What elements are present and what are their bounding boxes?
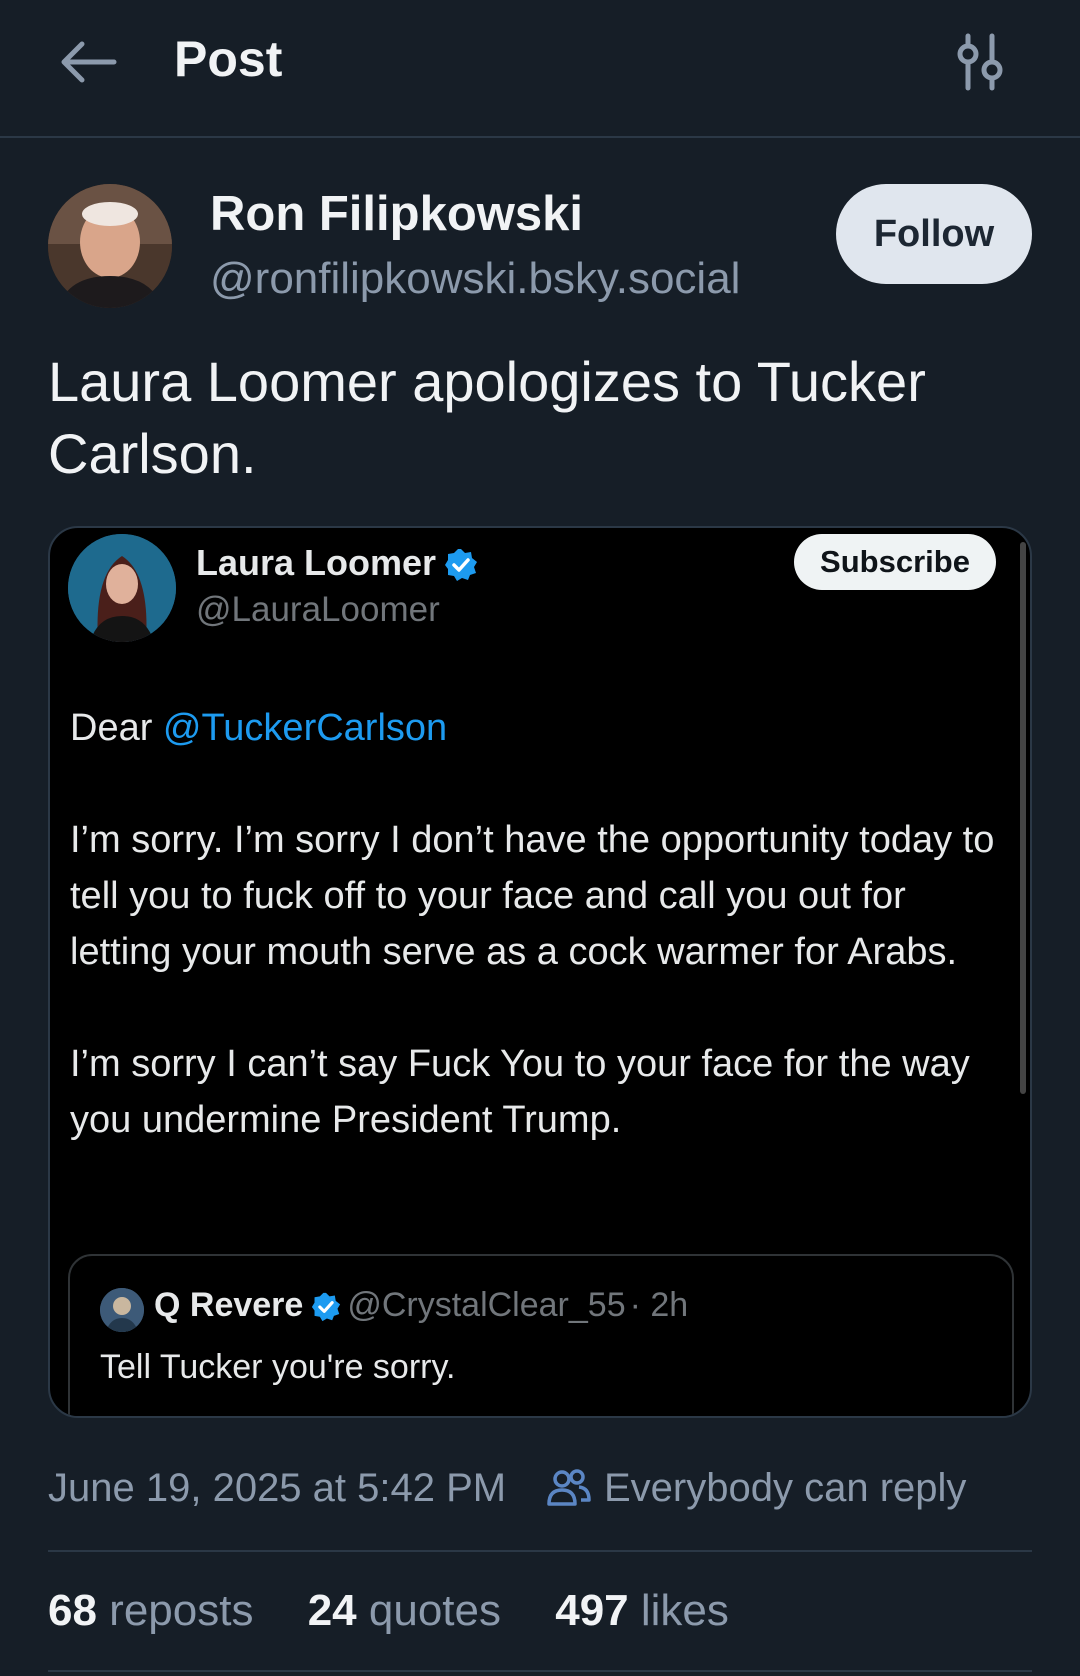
post-text: Laura Loomer apologizes to Tucker Carlso… (48, 350, 926, 485)
embed-avatar (68, 534, 176, 642)
post-image[interactable]: Laura Loomer @LauraLoomer Subscribe Dear… (48, 526, 1032, 1418)
embed-author-handle: @LauraLoomer (196, 590, 440, 629)
likes-stat[interactable]: 497 likes (555, 1586, 729, 1636)
quoted-tweet: Q Revere @CrystalClear_55 · 2h Tell Tucke… (68, 1254, 1014, 1416)
person-photo (100, 1288, 144, 1332)
quoted-author-name: Q Revere (154, 1286, 304, 1324)
tweet-paragraph-2: I’m sorry I can’t say Fuck You to your f… (70, 1043, 970, 1141)
author-avatar[interactable] (48, 184, 172, 308)
quoted-header: Q Revere @CrystalClear_55 · 2h (154, 1286, 688, 1325)
person-photo (68, 534, 176, 642)
greeting-prefix: Dear (70, 707, 163, 749)
quotes-label: quotes (356, 1586, 501, 1635)
embedded-tweet-text: Dear @TuckerCarlson I’m sorry. I’m sorry… (70, 700, 1010, 1204)
page-title: Post (174, 31, 283, 87)
verified-badge-icon (445, 549, 478, 582)
back-button[interactable] (58, 36, 124, 88)
likes-count: 497 (555, 1586, 629, 1635)
quoted-text: Tell Tucker you're sorry. (100, 1348, 456, 1386)
tweet-paragraph-1: I’m sorry. I’m sorry I don’t have the op… (70, 819, 995, 973)
embed-name-text: Laura Loomer (196, 542, 437, 583)
likes-label: likes (628, 1586, 729, 1635)
post-page: Post Ron Filipkowski @ronfilipkowski.bsk… (0, 0, 1080, 1676)
follow-button[interactable]: Follow (836, 184, 1032, 284)
reply-setting-label: Everybody can reply (604, 1466, 967, 1510)
author-handle[interactable]: @ronfilipkowski.bsky.social (210, 254, 740, 304)
quoted-avatar (100, 1288, 144, 1332)
arrow-left-icon (61, 41, 117, 83)
embed-scrollbar (1020, 542, 1026, 1094)
top-bar: Post (0, 0, 1080, 138)
people-icon (547, 1469, 591, 1507)
reposts-count: 68 (48, 1586, 97, 1635)
reply-setting[interactable]: Everybody can reply (546, 1466, 966, 1511)
embed-author-name: Laura Loomer (196, 542, 478, 584)
subscribe-button: Subscribe (794, 534, 996, 590)
divider (48, 1550, 1032, 1552)
quotes-count: 24 (307, 1586, 357, 1635)
reposts-stat[interactable]: 68 reposts (48, 1586, 253, 1636)
quoted-handle: @CrystalClear_55 (347, 1286, 626, 1324)
mention-link: @TuckerCarlson (162, 707, 448, 749)
author-name[interactable]: Ron Filipkowski (210, 186, 583, 242)
sliders-icon (957, 33, 1003, 91)
post-timestamp: June 19, 2025 at 5:42 PM (48, 1466, 507, 1510)
reposts-label: reposts (96, 1586, 254, 1635)
tweet-greeting: Dear @TuckerCarlson (70, 700, 1010, 756)
quoted-time: · 2h (629, 1286, 689, 1324)
thread-settings-button[interactable] (952, 32, 1008, 92)
verified-badge-icon (312, 1292, 341, 1322)
divider (48, 1670, 1032, 1672)
person-photo (48, 184, 172, 308)
quotes-stat[interactable]: 24 quotes (308, 1586, 501, 1636)
post-stats: 68 reposts 24 quotes 497 likes (48, 1586, 771, 1636)
